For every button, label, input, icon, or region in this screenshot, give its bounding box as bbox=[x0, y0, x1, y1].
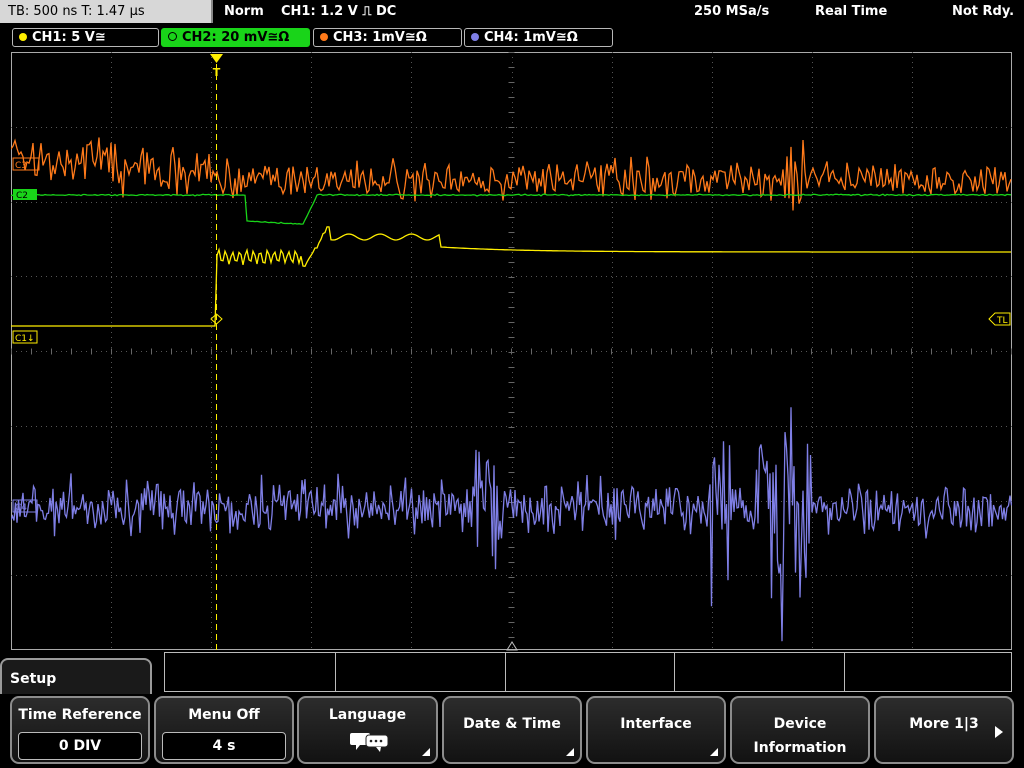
language-button[interactable]: Language bbox=[297, 696, 438, 764]
ch2-label: CH2: 20 mV≅Ω bbox=[182, 30, 290, 45]
time-reference-button[interactable]: Time Reference 0 DIV bbox=[10, 696, 150, 764]
ch4-label: CH4: 1mV≅Ω bbox=[484, 30, 578, 45]
ch4-offset-label: C4 bbox=[15, 503, 27, 513]
menu-off-value: 4 s bbox=[162, 732, 286, 760]
softkey-menu: Time Reference 0 DIV Menu Off 4 s Langua… bbox=[0, 694, 1024, 768]
sample-rate: 250 MSa/s bbox=[694, 4, 770, 19]
ch2-offset-marker[interactable]: C2 bbox=[13, 189, 37, 201]
interface-button[interactable]: Interface bbox=[586, 696, 726, 764]
trigger-position-label: T bbox=[213, 66, 221, 79]
date-time-label: Date & Time bbox=[463, 716, 561, 732]
device-information-label: Device Information bbox=[753, 716, 847, 756]
ch1-color-dot bbox=[19, 33, 27, 41]
ch3-offset-label: C3 bbox=[15, 161, 27, 171]
timebase-strip bbox=[164, 641, 1012, 692]
ch1-offset-label: C1↓ bbox=[15, 334, 35, 344]
channel-tab-ch4[interactable]: CH4: 1mV≅Ω bbox=[464, 28, 613, 47]
ch3-label: CH3: 1mV≅Ω bbox=[333, 30, 427, 45]
status-bar: TB: 500 ns T: 1.47 µs Norm CH1: 1.2 V ⎍ … bbox=[0, 0, 1024, 24]
device-information-button[interactable]: Device Information bbox=[730, 696, 870, 764]
trigger-level-label: TL bbox=[996, 316, 1008, 326]
ch1-label: CH1: 5 V≅ bbox=[32, 30, 106, 45]
speech-bubble-icon bbox=[350, 733, 389, 752]
ch1-offset-marker[interactable]: C1↓ bbox=[12, 330, 38, 344]
more-button[interactable]: More 1|3 bbox=[874, 696, 1014, 764]
submenu-indicator-icon bbox=[566, 748, 574, 756]
waveform-canvas: T C3 C2 C1↓ C4 TL bbox=[10, 52, 1013, 650]
ch4-color-dot bbox=[471, 33, 479, 41]
channel-tab-ch1[interactable]: CH1: 5 V≅ bbox=[12, 28, 159, 47]
waveform-display[interactable]: T C3 C2 C1↓ C4 TL bbox=[10, 52, 1013, 650]
ch3-color-dot bbox=[320, 33, 328, 41]
trigger-mode[interactable]: Norm bbox=[224, 0, 264, 24]
date-time-button[interactable]: Date & Time bbox=[442, 696, 582, 764]
language-label: Language bbox=[328, 707, 407, 723]
acquisition-mode: Real Time bbox=[815, 4, 888, 19]
submenu-indicator-icon bbox=[422, 748, 430, 756]
menu-off-button[interactable]: Menu Off 4 s bbox=[154, 696, 294, 764]
menu-title-tab: Setup bbox=[0, 658, 152, 698]
interface-label: Interface bbox=[620, 716, 692, 732]
channel-bar: CH1: 5 V≅ CH2: 20 mV≅Ω CH3: 1mV≅Ω CH4: 1… bbox=[0, 26, 1024, 48]
trigger-readout[interactable]: CH1: 1.2 V ⎍ DC bbox=[281, 0, 396, 24]
timebase-readout[interactable]: TB: 500 ns T: 1.47 µs bbox=[0, 0, 213, 23]
time-reference-label: Time Reference bbox=[18, 707, 142, 723]
trigger-status: Not Rdy. bbox=[952, 4, 1015, 19]
time-reference-marker bbox=[506, 641, 518, 651]
menu-off-label: Menu Off bbox=[188, 707, 260, 723]
right-arrow-icon bbox=[995, 726, 1003, 738]
channel-tab-ch3[interactable]: CH3: 1mV≅Ω bbox=[313, 28, 462, 47]
channel-tab-ch2[interactable]: CH2: 20 mV≅Ω bbox=[161, 28, 310, 47]
submenu-indicator-icon bbox=[710, 748, 718, 756]
ch2-offset-label: C2 bbox=[16, 191, 28, 201]
more-label: More 1|3 bbox=[909, 716, 979, 732]
ch2-color-dot bbox=[168, 32, 177, 41]
time-reference-value: 0 DIV bbox=[18, 732, 142, 760]
